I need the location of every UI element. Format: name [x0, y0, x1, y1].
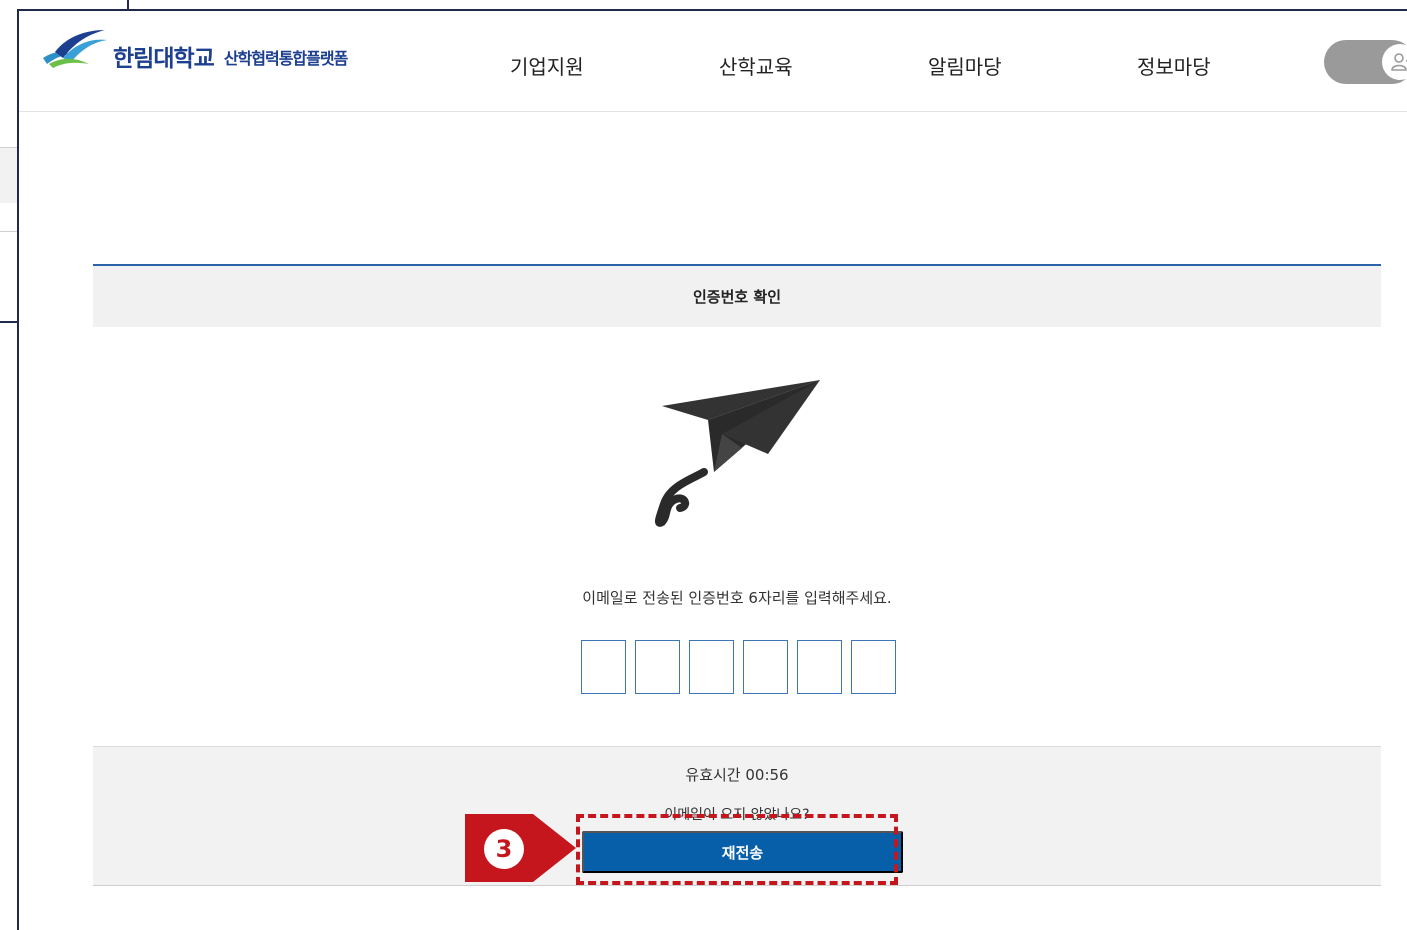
step-number-badge: 3	[484, 829, 524, 869]
logo-wave-icon	[43, 30, 107, 68]
nav-corporate-support[interactable]: 기업지원	[510, 51, 584, 80]
site-header: 한림대학교 산학협력통합플랫폼 기업지원 산학교육 알림마당 정보마당	[19, 11, 1407, 112]
code-digit-4[interactable]	[743, 640, 788, 694]
background-divider	[0, 231, 17, 232]
logo-platform-name: 산학협력통합플랫폼	[223, 49, 348, 68]
frame-border-tick	[127, 0, 129, 11]
card-header: 인증번호 확인	[93, 266, 1381, 327]
user-menu-toggle[interactable]	[1324, 40, 1407, 84]
highlight-dashed-box	[576, 814, 898, 885]
nav-industry-education[interactable]: 산학교육	[719, 51, 793, 80]
nav-information[interactable]: 정보마당	[1137, 51, 1211, 80]
nav-notice-board[interactable]: 알림마당	[928, 51, 1002, 80]
code-digit-2[interactable]	[635, 640, 680, 694]
background-panel	[0, 148, 17, 203]
code-digit-1[interactable]	[581, 640, 626, 694]
code-digit-3[interactable]	[689, 640, 734, 694]
verification-instruction: 이메일로 전송된 인증번호 6자리를 입력해주세요.	[582, 589, 892, 607]
user-toggle-knob	[1382, 44, 1407, 80]
code-digit-6[interactable]	[851, 640, 896, 694]
logo-university-name: 한림대학교	[113, 46, 215, 72]
code-digit-5[interactable]	[797, 640, 842, 694]
frame-border-left	[17, 9, 19, 930]
validity-timer: 유효시간 00:56	[685, 766, 789, 784]
background-divider	[0, 321, 17, 323]
verification-code-inputs	[581, 640, 896, 694]
paper-plane-icon	[654, 380, 820, 527]
site-logo[interactable]: 한림대학교 산학협력통합플랫폼	[41, 28, 348, 72]
user-icon	[1391, 53, 1407, 71]
page-title: 인증번호 확인	[692, 288, 782, 306]
